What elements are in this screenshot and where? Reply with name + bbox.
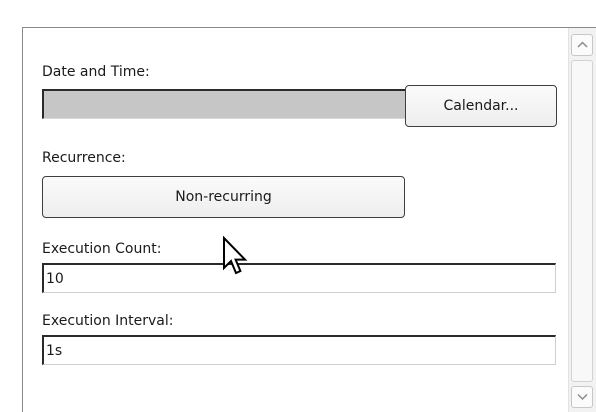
execution-count-input[interactable] (42, 263, 556, 293)
execution-interval-label: Execution Interval: (42, 313, 174, 329)
recurrence-button[interactable]: Non-recurring (42, 176, 405, 218)
scroll-up-button[interactable] (571, 34, 593, 56)
datetime-label: Date and Time: (42, 64, 150, 80)
calendar-button[interactable]: Calendar... (405, 85, 557, 127)
mouse-pointer-icon (222, 235, 250, 282)
execution-count-label: Execution Count: (42, 241, 162, 257)
scroll-thumb[interactable] (571, 60, 593, 382)
scroll-down-button[interactable] (571, 386, 593, 408)
datetime-field[interactable] (42, 89, 408, 119)
vertical-scrollbar[interactable] (568, 28, 596, 412)
execution-interval-input[interactable] (42, 335, 556, 365)
recurrence-label: Recurrence: (42, 150, 126, 166)
chevron-up-icon (577, 41, 588, 48)
chevron-down-icon (577, 393, 588, 401)
